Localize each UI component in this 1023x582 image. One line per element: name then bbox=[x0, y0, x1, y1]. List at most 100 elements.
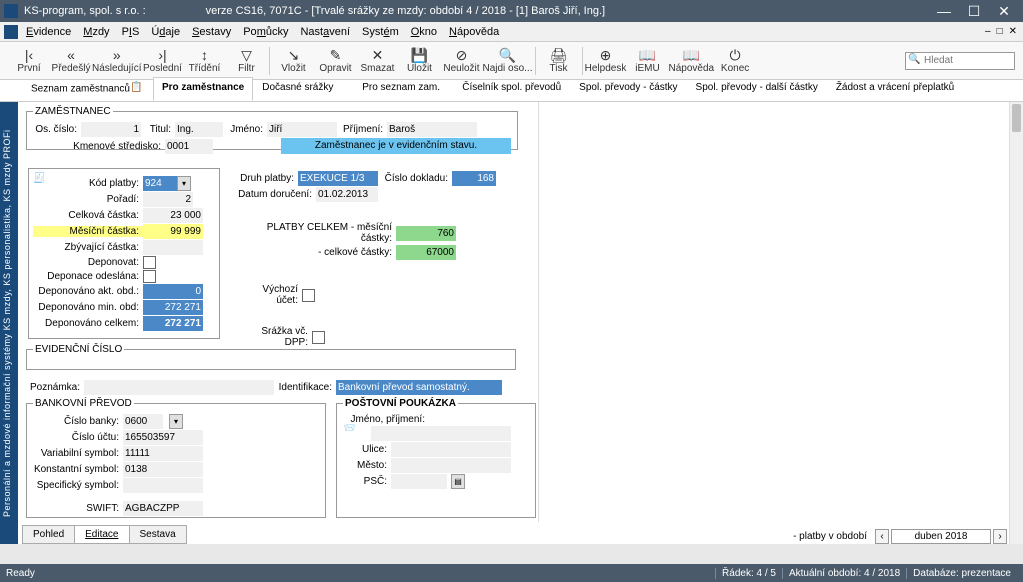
toolbar-opravit[interactable]: ✎Opravit bbox=[314, 47, 356, 74]
kod-platby-dropdown[interactable]: ▾ bbox=[177, 176, 191, 191]
os-cislo-field[interactable] bbox=[81, 122, 141, 137]
post-psc-lookup-icon[interactable]: ▤ bbox=[451, 474, 465, 489]
srazka-dpp-checkbox[interactable] bbox=[312, 331, 325, 344]
period-pager: - platby v období ‹ duben 2018 › bbox=[793, 529, 1007, 544]
platby-celkem-mes-field[interactable] bbox=[396, 226, 456, 241]
titul-field[interactable] bbox=[175, 122, 223, 137]
status-radek: Řádek: 4 / 5 bbox=[715, 568, 782, 579]
pager-prev-button[interactable]: ‹ bbox=[875, 529, 889, 544]
menu-napoveda[interactable]: Nápověda bbox=[443, 24, 505, 40]
prijmeni-field[interactable] bbox=[387, 122, 477, 137]
tab-2[interactable]: Dočasné srážky bbox=[253, 77, 353, 101]
konst-symbol-field[interactable] bbox=[123, 462, 203, 477]
toolbar-vloit[interactable]: ↘Vložit bbox=[272, 47, 314, 74]
jmeno-label: Jméno: bbox=[223, 124, 267, 135]
deponovat-checkbox[interactable] bbox=[143, 256, 156, 269]
swift-field[interactable] bbox=[123, 501, 203, 516]
vychozi-ucet-checkbox[interactable] bbox=[302, 289, 315, 302]
subtab-editace[interactable]: Editace bbox=[75, 526, 129, 543]
post-ulice-field[interactable] bbox=[391, 442, 511, 457]
posledn-icon: ›| bbox=[158, 47, 166, 63]
celkova-field[interactable] bbox=[143, 208, 203, 223]
tab-4[interactable]: Číselník spol. převodů bbox=[453, 77, 570, 101]
vertical-scrollbar[interactable] bbox=[1009, 102, 1023, 544]
menu-system[interactable]: Systém bbox=[356, 24, 405, 40]
os-cislo-label: Os. číslo: bbox=[33, 124, 81, 135]
toolbar-tisk[interactable]: 🖨Tisk bbox=[538, 47, 580, 74]
toolbar-tdn[interactable]: ↕Třídění bbox=[183, 47, 225, 74]
menu-sestavy[interactable]: Sestavy bbox=[186, 24, 237, 40]
window-title: verze CS16, 7071C - [Trvalé srážky ze mz… bbox=[206, 5, 605, 17]
tab-3[interactable]: Pro seznam zam. bbox=[353, 77, 453, 101]
poznamka-field[interactable] bbox=[84, 380, 274, 395]
dep-akt-field[interactable] bbox=[143, 284, 203, 299]
tab-5[interactable]: Spol. převody - částky bbox=[570, 77, 686, 101]
stredisko-field[interactable] bbox=[165, 139, 213, 154]
toolbar-filtr[interactable]: ▽Filtr bbox=[225, 47, 267, 74]
identifikace-field[interactable] bbox=[336, 380, 502, 395]
toolbar-label: Následující bbox=[92, 63, 141, 74]
dep-odeslana-checkbox[interactable] bbox=[143, 270, 156, 283]
jmeno-field[interactable] bbox=[267, 122, 337, 137]
mdi-close-icon[interactable]: ✕ bbox=[1009, 26, 1017, 37]
cislo-uctu-field[interactable] bbox=[123, 430, 203, 445]
toolbar-konec[interactable]: ⏻Konec bbox=[714, 47, 756, 74]
druh-platby-field[interactable] bbox=[298, 171, 378, 186]
datum-doruceni-field[interactable] bbox=[316, 187, 378, 202]
search-input[interactable] bbox=[905, 52, 1015, 70]
cislo-banky-field[interactable] bbox=[123, 414, 163, 429]
menu-evidence[interactable]: Evidence bbox=[20, 24, 77, 40]
mdi-restore-icon[interactable]: □ bbox=[997, 26, 1003, 37]
toolbar-uloit[interactable]: 💾Uložit bbox=[398, 47, 440, 74]
post-mesto-field[interactable] bbox=[391, 458, 511, 473]
kod-platby-field[interactable] bbox=[143, 176, 177, 191]
tab-0[interactable]: Seznam zaměstnanců📋 bbox=[22, 77, 153, 101]
post-jmeno-field[interactable] bbox=[371, 426, 511, 441]
toolbar-neuloit[interactable]: ⊘Neuložit bbox=[440, 47, 482, 74]
toolbar-posledn[interactable]: ›|Poslední bbox=[141, 47, 183, 74]
vloit-icon: ↘ bbox=[288, 47, 300, 63]
menu-pis[interactable]: PIS bbox=[116, 24, 146, 40]
menu-nastaveni[interactable]: Nastavení bbox=[294, 24, 356, 40]
title-bar: KS-program, spol. s r.o. : verze CS16, 7… bbox=[0, 0, 1023, 22]
post-psc-field[interactable] bbox=[391, 474, 447, 489]
subtab-pohled[interactable]: Pohled bbox=[23, 526, 75, 543]
toolbar-npovda[interactable]: 📖Nápověda bbox=[669, 47, 715, 74]
menu-okno[interactable]: Okno bbox=[405, 24, 443, 40]
toolbar-pedel[interactable]: «Předešlý bbox=[50, 47, 92, 74]
cislo-banky-dropdown[interactable]: ▾ bbox=[169, 414, 183, 429]
close-button[interactable]: ✕ bbox=[989, 3, 1019, 20]
menu-udaje[interactable]: Údaje bbox=[145, 24, 186, 40]
deponovat-label: Deponovat: bbox=[33, 257, 143, 268]
toolbar-label: Vložit bbox=[281, 63, 305, 74]
tab-6[interactable]: Spol. převody - další částky bbox=[687, 77, 827, 101]
cislo-dokladu-field[interactable] bbox=[452, 171, 496, 186]
zbyvajici-field[interactable] bbox=[143, 240, 203, 255]
menu-bar: Evidence Mzdy PIS Údaje Sestavy Pomůcky … bbox=[0, 22, 1023, 42]
menu-mzdy[interactable]: Mzdy bbox=[77, 24, 115, 40]
toolbar-smazat[interactable]: ✕Smazat bbox=[356, 47, 398, 74]
tab-1[interactable]: Pro zaměstnance bbox=[153, 77, 253, 101]
toolbar-najdioso[interactable]: 🔍Najdi oso... bbox=[482, 47, 532, 74]
status-ready: Ready bbox=[6, 568, 35, 579]
platby-celkem-cel-field[interactable] bbox=[396, 245, 456, 260]
search-box[interactable] bbox=[905, 52, 1015, 70]
mesicni-field[interactable] bbox=[143, 224, 203, 239]
toolbar-helpdesk[interactable]: ⊕Helpdesk bbox=[585, 47, 627, 74]
toolbar-prvn[interactable]: |‹První bbox=[8, 47, 50, 74]
pager-next-button[interactable]: › bbox=[993, 529, 1007, 544]
subtab-sestava[interactable]: Sestava bbox=[130, 526, 186, 543]
tab-7[interactable]: Žádost a vrácení přeplatků bbox=[827, 77, 963, 101]
maximize-button[interactable]: ☐ bbox=[959, 3, 989, 20]
dep-min-field[interactable] bbox=[143, 300, 203, 315]
toolbar-iemu[interactable]: 📖iEMU bbox=[627, 47, 669, 74]
mdi-minimize-icon[interactable]: – bbox=[985, 26, 991, 37]
dep-min-label: Deponováno min. obd: bbox=[33, 302, 143, 313]
minimize-button[interactable]: — bbox=[929, 3, 959, 20]
spec-symbol-field[interactable] bbox=[123, 478, 203, 493]
var-symbol-field[interactable] bbox=[123, 446, 203, 461]
menu-pomucky[interactable]: Pomůcky bbox=[237, 24, 294, 40]
toolbar-nsledujc[interactable]: »Následující bbox=[92, 47, 141, 74]
dep-cel-field[interactable] bbox=[143, 316, 203, 331]
poradi-field[interactable] bbox=[143, 192, 193, 207]
